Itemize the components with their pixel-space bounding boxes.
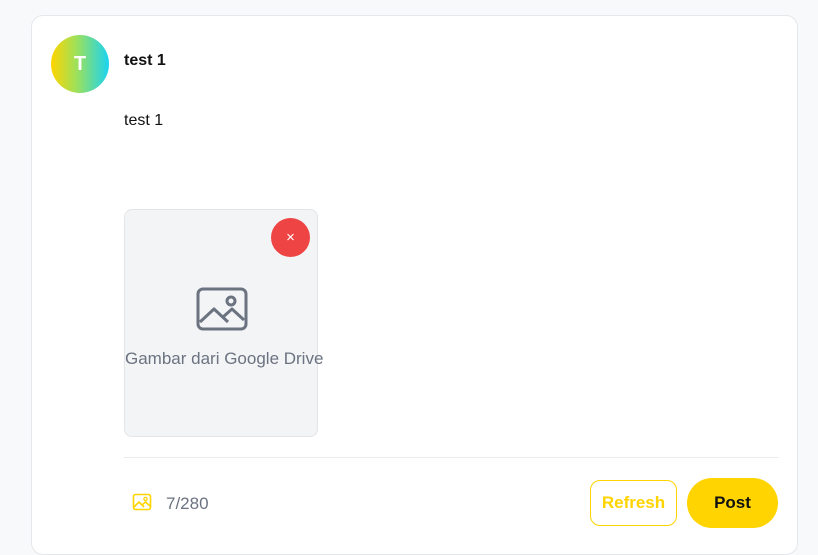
avatar-initial: T (73, 52, 87, 75)
post-composer-card: T test 1 test 1 × Gambar dari Google Dri… (31, 15, 798, 555)
avatar: T (51, 35, 109, 93)
attachment-label: Gambar dari Google Drive (125, 349, 324, 368)
image-placeholder-icon (196, 287, 248, 331)
character-count: 7/280 (166, 494, 209, 513)
image-attachment: × Gambar dari Google Drive (124, 209, 324, 437)
post-text: test 1 (124, 112, 164, 129)
close-icon: × (286, 229, 295, 246)
post-button[interactable]: Post (687, 478, 778, 528)
remove-attachment-button[interactable]: × (271, 218, 310, 257)
refresh-button[interactable]: Refresh (590, 480, 677, 526)
divider (124, 457, 779, 458)
username: test 1 (124, 52, 166, 69)
add-image-icon[interactable] (132, 493, 152, 511)
